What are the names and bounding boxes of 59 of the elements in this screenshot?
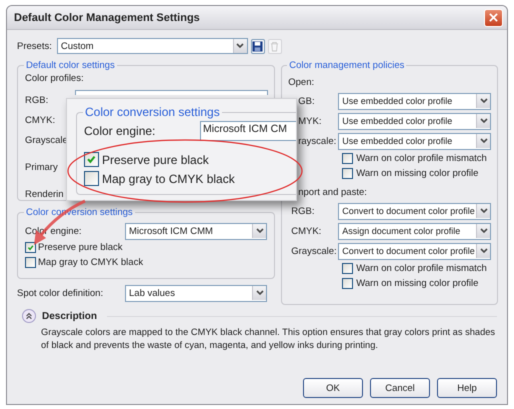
checkbox-label: Warn on missing color profile — [356, 278, 478, 289]
dialog-button[interactable]: Help — [437, 378, 497, 398]
checkbox-label: Map gray to CMYK black — [38, 257, 144, 268]
checkbox[interactable] — [342, 263, 354, 274]
engine-dropdown[interactable]: Microsoft ICM CMM — [125, 222, 267, 240]
group-title: Default color settings — [25, 60, 116, 71]
checkbox-label: Preserve pure black — [38, 242, 122, 253]
checkbox[interactable] — [84, 152, 99, 167]
close-button[interactable] — [484, 8, 503, 26]
policy-dropdown[interactable]: Convert to document color profile — [338, 202, 492, 220]
checkbox-label: Warn on color profile mismatch — [356, 263, 487, 274]
checkbox[interactable] — [342, 278, 354, 289]
group-title: Color management policies — [288, 60, 406, 71]
policy-label: rayscale: — [297, 136, 338, 146]
policy-label: GB: — [297, 96, 316, 106]
checkbox-label: Preserve pure black — [102, 152, 209, 166]
section-heading: Open: — [288, 76, 316, 90]
description-title: Description — [42, 310, 98, 322]
save-icon[interactable] — [250, 38, 265, 54]
presets-label: Presets: — [17, 40, 52, 52]
close-icon — [489, 13, 498, 22]
profile-label: Primary — [25, 162, 58, 172]
engine-field: Microsoft ICM CM — [200, 121, 296, 141]
profiles-label: Color profiles: — [25, 73, 85, 86]
policy-dropdown[interactable]: Use embedded color profile — [338, 112, 492, 130]
checkbox[interactable] — [342, 153, 354, 164]
policy-label: MYK: — [297, 116, 322, 126]
checkbox-label: Map gray to CMYK black — [102, 172, 235, 186]
presets-dropdown[interactable]: Custom — [56, 38, 248, 54]
dialog-button[interactable]: OK — [303, 378, 363, 398]
policy-label: RGB: — [290, 206, 316, 216]
policy-dropdown[interactable]: Use embedded color profile — [338, 92, 492, 110]
checkmark-icon — [26, 244, 34, 252]
window-title: Default Color Management Settings — [14, 12, 200, 24]
checkbox[interactable] — [342, 168, 354, 179]
checkbox[interactable] — [25, 257, 36, 268]
spot-color-label: Spot color definition: — [17, 288, 104, 298]
profile-label: Grayscale — [25, 134, 68, 146]
profile-label: RGB: — [25, 94, 48, 106]
checkbox-label: Warn on color profile mismatch — [356, 153, 487, 164]
profile-dropdown[interactable] — [75, 90, 268, 95]
spot-color-dropdown[interactable]: Lab values — [125, 284, 267, 302]
checkmark-icon — [86, 154, 97, 165]
engine-label: Color engine: — [84, 124, 156, 138]
section-heading: nport and paste: — [297, 186, 368, 200]
checkbox[interactable] — [25, 242, 36, 253]
checkbox-label: Warn on missing color profile — [356, 168, 478, 179]
profile-label: Renderin — [25, 188, 64, 200]
policy-label: CMYK: — [290, 226, 322, 236]
checkbox[interactable] — [84, 171, 99, 186]
description-text: Grayscale colors are mapped to the CMYK black channel. This option ensures that gray colors print as shades of black and prevents the waste of cyan, magenta, and yellow inks during printing. — [41, 326, 496, 352]
policy-dropdown[interactable]: Assign document color profile — [338, 222, 492, 240]
callout-group-title: Color conversion settings — [84, 105, 221, 119]
policy-dropdown[interactable]: Use embedded color profile — [338, 132, 492, 150]
collapse-icon[interactable] — [22, 309, 36, 323]
profile-label: CMYK: — [25, 114, 56, 126]
policy-dropdown[interactable]: Convert to document color profile — [338, 242, 492, 260]
policy-label: Grayscale: — [290, 246, 338, 256]
dialog-button[interactable]: Cancel — [370, 378, 430, 398]
